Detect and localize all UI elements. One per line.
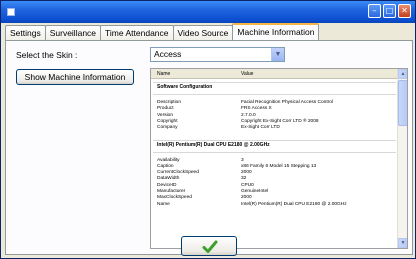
- app-icon: [7, 8, 15, 16]
- chevron-down-icon[interactable]: ▼: [271, 48, 284, 61]
- skin-select-value: Access: [154, 49, 182, 59]
- property-name: DataWidth: [157, 176, 180, 182]
- title-bar[interactable]: – □ ✕: [1, 1, 415, 23]
- section-title-text: Intel(R) Pentium(R) Dual CPU E2180 @ 2.0…: [157, 141, 270, 148]
- minimize-icon[interactable]: –: [368, 4, 381, 18]
- property-value: Ex-Sight Corr LTD: [241, 125, 280, 131]
- property-value: 3: [241, 157, 244, 163]
- skin-select[interactable]: Access ▼: [150, 47, 285, 62]
- machine-info-grid: Name Value Software Configuration Descrip…: [150, 68, 408, 249]
- scrollbar-thumb[interactable]: [398, 80, 407, 126]
- grid-header: Name Value: [151, 69, 398, 79]
- property-name: Company: [157, 125, 178, 131]
- tab-video-source[interactable]: Video Source: [172, 25, 234, 40]
- property-value: CPU0: [241, 182, 254, 188]
- property-value: x86 Family 6 Model 15 Stepping 13: [241, 163, 317, 169]
- scroll-up-icon[interactable]: ▲: [398, 69, 407, 79]
- section-separator: [153, 82, 396, 83]
- vertical-scrollbar[interactable]: ▲ ▼: [397, 69, 407, 248]
- section-separator: [153, 94, 396, 95]
- machine-information-panel: Select the Skin : Access ▼ Show Machine …: [5, 40, 413, 255]
- ok-button[interactable]: [181, 236, 237, 256]
- property-name: DeviceID: [157, 182, 177, 188]
- show-machine-information-button[interactable]: Show Machine Information: [16, 69, 134, 85]
- section-separator: [153, 151, 396, 153]
- property-name: MaxClockSpeed: [157, 195, 192, 201]
- tab-time-attendance[interactable]: Time Attendance: [100, 25, 174, 40]
- grid-body: Software Configuration Description Facial …: [151, 80, 398, 248]
- section-title-text: Software Configuration: [157, 84, 213, 90]
- property-value: FRS Access X: [241, 106, 272, 112]
- app-window: – □ ✕ Settings Surveillance Time Attenda…: [0, 0, 416, 259]
- tab-strip: Settings Surveillance Time Attendance Vi…: [5, 23, 320, 40]
- column-header-name: Name: [157, 71, 171, 77]
- check-icon: [202, 240, 218, 253]
- property-name: Availability: [157, 157, 180, 163]
- property-value: 2000: [241, 195, 252, 201]
- section-separator: [153, 139, 396, 141]
- tab-machine-information[interactable]: Machine Information: [232, 23, 320, 40]
- property-name: Product: [157, 106, 174, 112]
- maximize-icon[interactable]: □: [383, 4, 396, 18]
- property-name: Version: [157, 112, 173, 118]
- property-name: Name: [157, 201, 170, 207]
- column-header-value: Value: [241, 71, 254, 77]
- property-name: Copyright: [157, 118, 178, 124]
- property-value: 32: [241, 176, 247, 182]
- skin-label: Select the Skin :: [16, 50, 78, 60]
- property-value: 2.7.0.0: [241, 112, 256, 118]
- property-name: Caption: [157, 163, 174, 169]
- tab-settings[interactable]: Settings: [5, 25, 46, 40]
- property-value: Intel(R) Pentium(R) Dual CPU E2180 @ 2.0…: [241, 201, 347, 207]
- property-value: Copyright Ex-Sight Corr LTD ® 2008: [241, 118, 319, 124]
- scroll-down-icon[interactable]: ▼: [398, 238, 407, 248]
- close-icon[interactable]: ✕: [398, 4, 411, 18]
- tab-surveillance[interactable]: Surveillance: [44, 25, 102, 40]
